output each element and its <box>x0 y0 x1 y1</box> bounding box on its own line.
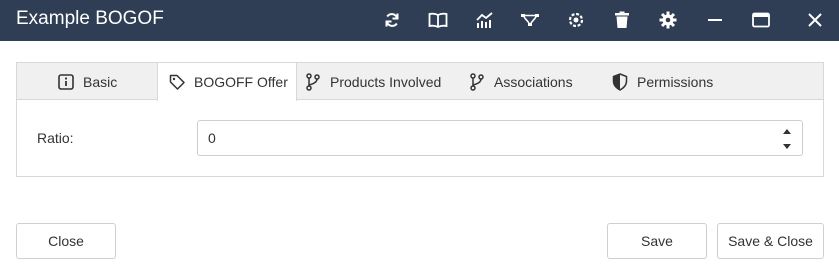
chart-icon[interactable] <box>473 8 497 32</box>
branch-icon <box>304 72 322 91</box>
info-icon <box>57 73 75 91</box>
tab-permissions[interactable]: Permissions <box>611 63 713 100</box>
tab-products-involved-label: Products Involved <box>330 73 442 90</box>
workflow-icon[interactable] <box>518 8 542 32</box>
close-button[interactable]: Close <box>16 223 116 259</box>
window-title: Example BOGOF <box>16 8 164 29</box>
save-and-close-button[interactable]: Save & Close <box>717 223 824 259</box>
tab-products-involved[interactable]: Products Involved <box>304 63 441 100</box>
save-button[interactable]: Save <box>607 223 707 259</box>
form-panel: Basic BOGOFF Offer Products Involved Ass… <box>16 62 824 177</box>
shield-icon <box>611 72 629 91</box>
ratio-label: Ratio: <box>37 130 74 146</box>
tab-bogoff-offer[interactable]: BOGOFF Offer <box>157 63 297 101</box>
spin-up-icon[interactable] <box>782 127 792 135</box>
book-icon[interactable] <box>426 8 450 32</box>
ratio-input[interactable]: 0 <box>197 120 803 156</box>
tab-associations-label: Associations <box>494 73 573 90</box>
spin-down-icon[interactable] <box>782 142 792 150</box>
trash-icon[interactable] <box>610 8 634 32</box>
tab-basic[interactable]: Basic <box>57 63 117 100</box>
close-icon[interactable] <box>803 8 827 32</box>
gear-icon[interactable] <box>656 8 680 32</box>
tab-strip: Basic BOGOFF Offer Products Involved Ass… <box>17 63 823 101</box>
ratio-value[interactable]: 0 <box>208 130 216 146</box>
tag-icon <box>168 73 186 91</box>
minimize-icon[interactable] <box>703 8 727 32</box>
tab-basic-label: Basic <box>83 73 118 90</box>
branch-icon <box>468 72 486 91</box>
tab-permissions-label: Permissions <box>637 73 714 90</box>
tab-associations[interactable]: Associations <box>468 63 573 100</box>
maximize-icon[interactable] <box>749 8 773 32</box>
settings-gear-icon[interactable] <box>564 8 588 32</box>
title-bar: Example BOGOF <box>0 0 839 41</box>
refresh-icon[interactable] <box>380 8 404 32</box>
tab-bogoff-offer-label: BOGOFF Offer <box>194 74 288 90</box>
